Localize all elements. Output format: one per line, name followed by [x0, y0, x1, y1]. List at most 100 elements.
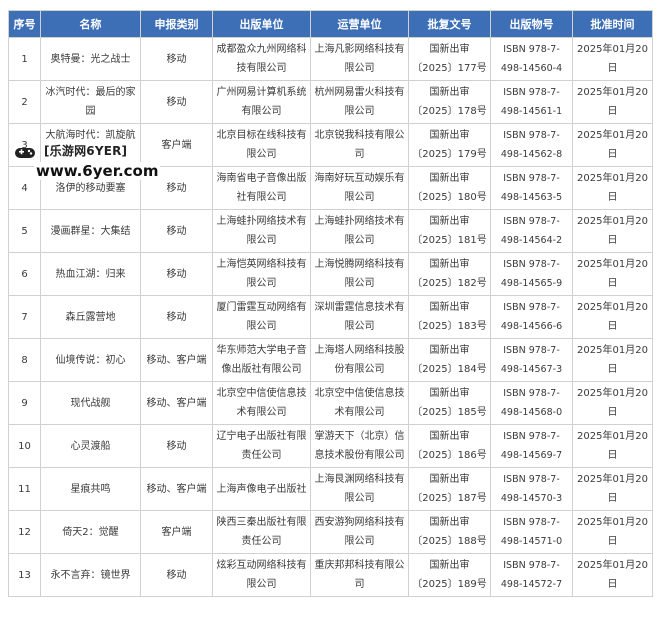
column-header: 出版单位 — [212, 10, 311, 38]
cell-isbn: ISBN 978-7-498-14560-4 — [490, 37, 573, 81]
cell-name: 漫画群星：大集结 — [40, 209, 141, 253]
cell-date: 2025年01月20日 — [572, 467, 653, 511]
column-header: 批准时间 — [572, 10, 653, 38]
cell-isbn: ISBN 978-7-498-14572-7 — [490, 553, 573, 597]
table-row: 7 森丘露营地 移动 厦门雷霆互动网络有限公司 深圳雷霆信息技术有限公司 国新出审〔202… — [8, 295, 653, 339]
cell-category: 移动 — [140, 252, 213, 296]
cell-approval-no: 国新出审〔2025〕184号 — [408, 338, 491, 382]
cell-publisher: 厦门雷霆互动网络有限公司 — [212, 295, 311, 339]
cell-operator: 重庆邦邦科技有限公司 — [310, 553, 409, 597]
cell-category: 移动、客户端 — [140, 381, 213, 425]
cell-category: 移动 — [140, 80, 213, 124]
table-body: 1 奥特曼：光之战士 移动 成都盈众九州网络科技有限公司 上海凡影网络科技有限公司 国新出… — [8, 37, 653, 597]
table-row: 10 心灵渡船 移动 辽宁电子出版社有限责任公司 掌游天下（北京）信息技术股份有限公司国… — [8, 424, 653, 468]
cell-approval-no: 国新出审〔2025〕189号 — [408, 553, 491, 597]
cell-index: 10 — [8, 424, 41, 468]
controller-icon — [15, 148, 35, 158]
watermark-url: www.6yer.com — [34, 162, 161, 180]
cell-category: 移动 — [140, 553, 213, 597]
cell-approval-no: 国新出审〔2025〕181号 — [408, 209, 491, 253]
cell-approval-no: 国新出审〔2025〕188号 — [408, 510, 491, 554]
cell-isbn: ISBN 978-7-498-14563-5 — [490, 166, 573, 210]
cell-approval-no: 国新出审〔2025〕177号 — [408, 37, 491, 81]
cell-index: 7 — [8, 295, 41, 339]
cell-category: 客户端 — [140, 123, 213, 167]
cell-category: 移动、客户端 — [140, 467, 213, 511]
cell-date: 2025年01月20日 — [572, 123, 653, 167]
cell-operator: 北京锐我科技有限公司 — [310, 123, 409, 167]
cell-category: 移动 — [140, 209, 213, 253]
cell-index: 12 — [8, 510, 41, 554]
cell-date: 2025年01月20日 — [572, 209, 653, 253]
cell-name: 心灵渡船 — [40, 424, 141, 468]
table-row: 13 永不言弃：镜世界 移动 炫彩互动网络科技有限公司 重庆邦邦科技有限公司 国新出审〔2… — [8, 553, 653, 597]
cell-isbn: ISBN 978-7-498-14565-9 — [490, 252, 573, 296]
cell-date: 2025年01月20日 — [572, 252, 653, 296]
cell-publisher: 华东师范大学电子音像出版社有限公司 — [212, 338, 311, 382]
cell-index: 6 — [8, 252, 41, 296]
cell-index: 5 — [8, 209, 41, 253]
cell-name: 永不言弃：镜世界 — [40, 553, 141, 597]
cell-operator: 北京空中信使信息技术有限公司 — [310, 381, 409, 425]
cell-publisher: 炫彩互动网络科技有限公司 — [212, 553, 311, 597]
cell-date: 2025年01月20日 — [572, 338, 653, 382]
cell-category: 移动 — [140, 295, 213, 339]
cell-index: 1 — [8, 37, 41, 81]
table-row: 1 奥特曼：光之战士 移动 成都盈众九州网络科技有限公司 上海凡影网络科技有限公司 国新出… — [8, 37, 653, 81]
approval-table: 序号 名称 申报类别 出版单位 运营单位 批复文号 出版物号 批准时间 1 奥特曼：光之战士 移动… — [8, 10, 653, 597]
cell-operator: 掌游天下（北京）信息技术股份有限公司 — [310, 424, 409, 468]
column-header: 名称 — [40, 10, 141, 38]
cell-category: 移动 — [140, 37, 213, 81]
cell-name: 倚天2：觉醒 — [40, 510, 141, 554]
watermark-tag: [乐游网6YER] — [42, 142, 130, 159]
cell-publisher: 广州网易计算机系统有限公司 — [212, 80, 311, 124]
cell-date: 2025年01月20日 — [572, 424, 653, 468]
cell-date: 2025年01月20日 — [572, 553, 653, 597]
cell-operator: 杭州网易雷火科技有限公司 — [310, 80, 409, 124]
cell-isbn: ISBN 978-7-498-14569-7 — [490, 424, 573, 468]
column-header: 出版物号 — [490, 10, 573, 38]
table-header-row: 序号 名称 申报类别 出版单位 运营单位 批复文号 出版物号 批准时间 — [8, 10, 653, 38]
cell-index: 2 — [8, 80, 41, 124]
table-row: 11 星痕共鸣 移动、客户端 上海声像电子出版社 上海艮渊网络科技有限公司 国新出审〔20… — [8, 467, 653, 511]
cell-name: 仙境传说：初心 — [40, 338, 141, 382]
cell-isbn: ISBN 978-7-498-14561-1 — [490, 80, 573, 124]
table-row: 9 现代战舰 移动、客户端 北京空中信使信息技术有限公司 北京空中信使信息技术有限公司国… — [8, 381, 653, 425]
cell-publisher: 成都盈众九州网络科技有限公司 — [212, 37, 311, 81]
cell-publisher: 北京目标在线科技有限公司 — [212, 123, 311, 167]
cell-name: 热血江湖：归来 — [40, 252, 141, 296]
table-row: 8 仙境传说：初心 移动、客户端 华东师范大学电子音像出版社有限公司 上海塔人网络科技股… — [8, 338, 653, 382]
cell-index: 8 — [8, 338, 41, 382]
cell-approval-no: 国新出审〔2025〕182号 — [408, 252, 491, 296]
cell-isbn: ISBN 978-7-498-14566-6 — [490, 295, 573, 339]
cell-category: 客户端 — [140, 510, 213, 554]
cell-approval-no: 国新出审〔2025〕180号 — [408, 166, 491, 210]
cell-isbn: ISBN 978-7-498-14567-3 — [490, 338, 573, 382]
cell-category: 移动 — [140, 424, 213, 468]
cell-index: 13 — [8, 553, 41, 597]
cell-date: 2025年01月20日 — [572, 510, 653, 554]
cell-isbn: ISBN 978-7-498-14570-3 — [490, 467, 573, 511]
cell-isbn: ISBN 978-7-498-14571-0 — [490, 510, 573, 554]
column-header: 批复文号 — [408, 10, 491, 38]
cell-index: 9 — [8, 381, 41, 425]
cell-publisher: 上海恺英网络科技有限公司 — [212, 252, 311, 296]
cell-publisher: 海南省电子音像出版社有限公司 — [212, 166, 311, 210]
cell-operator: 上海蛙扑网络技术有限公司 — [310, 209, 409, 253]
cell-category: 移动、客户端 — [140, 338, 213, 382]
table-row: 5 漫画群星：大集结 移动 上海蛙扑网络技术有限公司 上海蛙扑网络技术有限公司 国新出审〔… — [8, 209, 653, 253]
table-row: 2 冰汽时代：最后的家园 移动 广州网易计算机系统有限公司 杭州网易雷火科技有限公司 国新… — [8, 80, 653, 124]
cell-date: 2025年01月20日 — [572, 37, 653, 81]
cell-name: 森丘露营地 — [40, 295, 141, 339]
cell-approval-no: 国新出审〔2025〕183号 — [408, 295, 491, 339]
cell-publisher: 辽宁电子出版社有限责任公司 — [212, 424, 311, 468]
cell-operator: 上海悦腾网络科技有限公司 — [310, 252, 409, 296]
cell-isbn: ISBN 978-7-498-14562-8 — [490, 123, 573, 167]
cell-name: 星痕共鸣 — [40, 467, 141, 511]
cell-approval-no: 国新出审〔2025〕179号 — [408, 123, 491, 167]
column-header: 申报类别 — [140, 10, 213, 38]
cell-index: 3 — [8, 123, 41, 167]
cell-name: 冰汽时代：最后的家园 — [40, 80, 141, 124]
cell-publisher: 上海声像电子出版社 — [212, 467, 311, 511]
cell-name: 奥特曼：光之战士 — [40, 37, 141, 81]
